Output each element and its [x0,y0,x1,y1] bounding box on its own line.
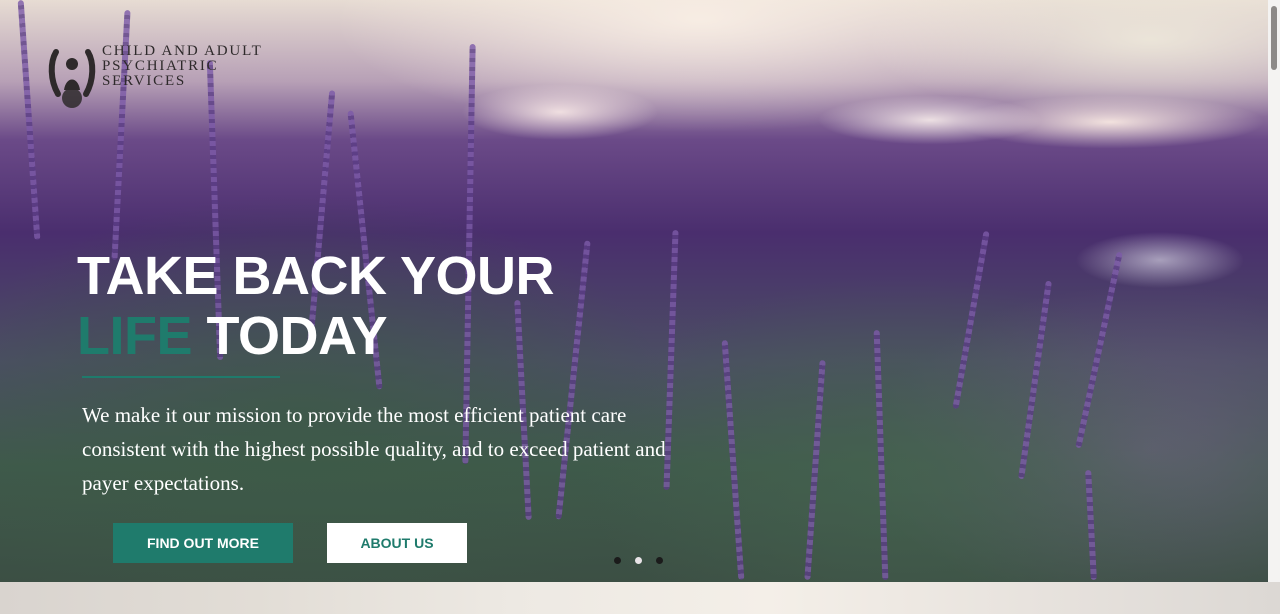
logo-line: PSYCHIATRIC [102,58,219,74]
slider-dot-1[interactable] [614,557,621,564]
page-scrollbar[interactable] [1268,0,1280,582]
slider-dot-3[interactable] [656,557,663,564]
headline-divider [82,376,280,378]
lavender-decoration [1018,280,1052,480]
mission-statement: We make it our mission to provide the mo… [82,403,666,495]
logo-text: CHILD AND ADULT PSYCHIATRIC SERVICES [102,44,263,89]
logo-line: CHILD AND ADULT [102,43,263,59]
lavender-decoration [952,230,990,410]
hero-section: CHILD AND ADULT PSYCHIATRIC SERVICES TAK… [0,0,1268,582]
site-logo[interactable]: CHILD AND ADULT PSYCHIATRIC SERVICES [48,38,263,108]
scrollbar-thumb[interactable] [1271,6,1277,70]
next-section-preview [0,582,1280,614]
headline-line-2: LIFE TODAY [77,306,554,366]
lavender-decoration [804,360,826,580]
slider-dot-2[interactable] [635,557,642,564]
find-out-more-button[interactable]: FIND OUT MORE [113,523,293,563]
about-us-button[interactable]: ABOUT US [327,523,467,563]
logo-line: SERVICES [102,73,187,89]
lavender-decoration [1075,251,1123,449]
family-logo-icon [48,49,96,108]
lavender-decoration [721,340,745,580]
headline-rest: TODAY [192,306,388,366]
lavender-decoration [1085,469,1097,581]
lavender-decoration [17,0,41,240]
headline-accent-word: LIFE [77,306,193,366]
hero-headline: TAKE BACK YOUR LIFE TODAY [77,246,555,366]
slider-pagination [614,557,663,564]
lavender-decoration [873,329,889,581]
headline-line-1: TAKE BACK YOUR [77,246,555,306]
